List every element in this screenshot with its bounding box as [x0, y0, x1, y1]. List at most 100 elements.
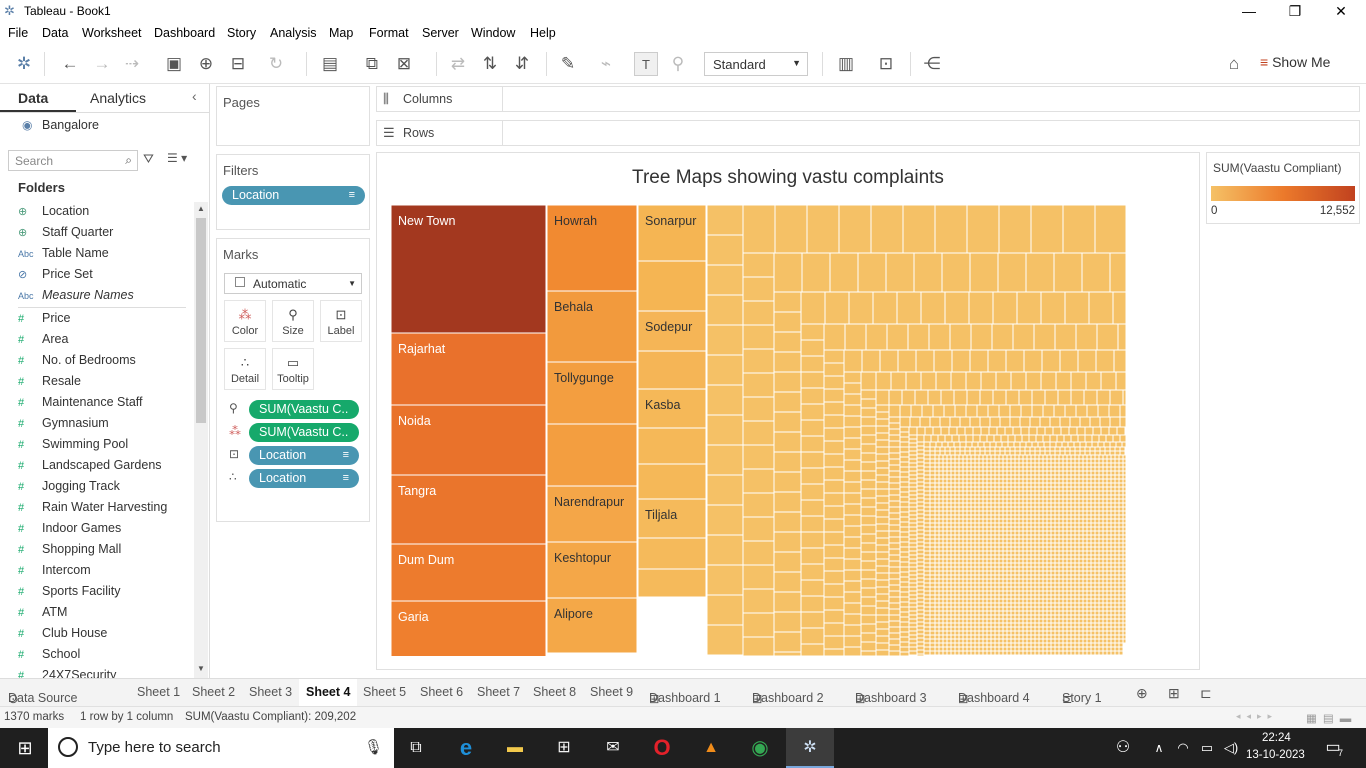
- treemap-small-tile[interactable]: [908, 602, 918, 608]
- treemap-small-tile[interactable]: [1038, 590, 1044, 596]
- treemap-small-tile[interactable]: [916, 629, 925, 635]
- treemap-small-tile[interactable]: [1030, 462, 1036, 468]
- treemap-small-tile[interactable]: [946, 574, 952, 580]
- treemap-small-tile[interactable]: [1102, 542, 1108, 548]
- treemap-small-tile[interactable]: [1044, 450, 1051, 456]
- treemap-small-tile[interactable]: [929, 578, 936, 584]
- treemap-small-tile[interactable]: [954, 478, 960, 484]
- treemap-small-tile[interactable]: [1046, 550, 1052, 556]
- treemap-small-tile[interactable]: [982, 506, 988, 512]
- treemap-small-tile[interactable]: [1086, 522, 1092, 528]
- treemap-small-tile[interactable]: [1090, 538, 1096, 544]
- color-button[interactable]: ⁂ Color: [224, 300, 266, 342]
- treemap-small-tile[interactable]: [1030, 606, 1036, 612]
- treemap-small-tile[interactable]: [970, 546, 976, 552]
- treemap-small-tile[interactable]: [1042, 574, 1048, 580]
- treemap-small-tile[interactable]: [1122, 506, 1126, 512]
- treemap-small-tile[interactable]: [986, 462, 992, 468]
- treemap-small-tile[interactable]: [1030, 594, 1036, 600]
- chrome-icon[interactable]: ◉: [747, 736, 773, 760]
- treemap-small-tile[interactable]: [970, 510, 976, 516]
- treemap-small-tile[interactable]: [1106, 586, 1112, 592]
- treemap-small-tile[interactable]: [875, 467, 890, 476]
- treemap-small-tile[interactable]: [1006, 610, 1012, 616]
- treemap-small-tile[interactable]: [1106, 522, 1112, 528]
- treemap-small-tile[interactable]: [1089, 446, 1096, 452]
- treemap-small-tile[interactable]: [908, 578, 918, 584]
- treemap-small-tile[interactable]: [923, 490, 931, 496]
- treemap-small-tile[interactable]: [994, 526, 1000, 532]
- treemap-small-tile[interactable]: [962, 614, 968, 620]
- treemap-small-tile[interactable]: [1074, 466, 1080, 472]
- treemap-small-tile[interactable]: [1118, 590, 1124, 596]
- treemap-small-tile[interactable]: [938, 582, 944, 588]
- treemap-small-tile[interactable]: [982, 458, 988, 464]
- treemap-small-tile[interactable]: [888, 560, 901, 568]
- treemap-small-tile[interactable]: [1086, 482, 1092, 488]
- treemap-small-tile[interactable]: [951, 349, 971, 373]
- mark-pill-label[interactable]: Location ≡: [249, 446, 359, 465]
- treemap-small-tile[interactable]: [1034, 638, 1040, 644]
- treemap-small-tile[interactable]: [929, 486, 936, 492]
- treemap-small-tile[interactable]: [1114, 566, 1120, 572]
- swap-icon[interactable]: ⇄: [446, 52, 470, 76]
- treemap-small-tile[interactable]: [1074, 570, 1080, 576]
- treemap-small-tile[interactable]: [1058, 582, 1064, 588]
- treemap-small-tile[interactable]: [1022, 514, 1028, 520]
- treemap-small-tile[interactable]: [929, 450, 936, 456]
- treemap-small-tile[interactable]: [1054, 498, 1060, 504]
- treemap-small-tile[interactable]: [1026, 510, 1032, 516]
- treemap-small-tile[interactable]: [1010, 470, 1016, 476]
- treemap-small-tile[interactable]: [1018, 558, 1024, 564]
- treemap-small-tile[interactable]: [989, 446, 996, 452]
- treemap-small-tile[interactable]: [1022, 650, 1028, 656]
- treemap-small-tile[interactable]: [923, 441, 931, 448]
- treemap-small-tile[interactable]: [1090, 530, 1096, 536]
- treemap-small-tile[interactable]: [986, 570, 992, 576]
- treemap-small-tile[interactable]: [1018, 542, 1024, 548]
- treemap-small-tile[interactable]: [1014, 654, 1020, 656]
- treemap-small-tile[interactable]: [1114, 570, 1120, 576]
- treemap-small-tile[interactable]: [1085, 441, 1093, 448]
- treemap-small-tile[interactable]: [1118, 578, 1124, 584]
- treemap-small-tile[interactable]: [1078, 582, 1084, 588]
- task-view-icon[interactable]: ⧉: [403, 736, 429, 760]
- treemap-small-tile[interactable]: [965, 434, 974, 443]
- treemap-small-tile[interactable]: [990, 638, 996, 644]
- treemap-small-tile[interactable]: [1074, 626, 1080, 632]
- treemap-small-tile[interactable]: [923, 458, 931, 464]
- treemap-small-tile[interactable]: [1022, 654, 1028, 656]
- treemap-small-tile[interactable]: [773, 531, 802, 553]
- treemap-small-tile[interactable]: [1114, 510, 1120, 516]
- treemap-small-tile[interactable]: [1110, 458, 1116, 464]
- duplicate-sheet-icon[interactable]: ⧉: [360, 52, 384, 76]
- treemap-small-tile[interactable]: [1050, 478, 1056, 484]
- treemap-small-tile[interactable]: [970, 654, 976, 656]
- treemap-small-tile[interactable]: [1102, 622, 1108, 628]
- treemap-small-tile[interactable]: [1022, 490, 1028, 496]
- treemap-small-tile[interactable]: [934, 462, 940, 468]
- treemap-small-tile[interactable]: [879, 349, 899, 373]
- treemap-small-tile[interactable]: [1090, 478, 1096, 484]
- treemap-small-tile[interactable]: [994, 614, 1000, 620]
- treemap-small-tile[interactable]: [1034, 498, 1040, 504]
- treemap-small-tile[interactable]: [1058, 570, 1064, 576]
- treemap-small-tile[interactable]: [860, 641, 877, 652]
- treemap-small-tile[interactable]: [943, 404, 956, 418]
- treemap-small-tile[interactable]: [938, 454, 944, 460]
- treemap-small-tile[interactable]: [908, 426, 918, 436]
- treemap-small-tile[interactable]: [1074, 490, 1080, 496]
- treemap-small-tile[interactable]: [1064, 446, 1071, 452]
- treemap-small-tile[interactable]: [982, 626, 988, 632]
- treemap-small-tile[interactable]: [1034, 570, 1040, 576]
- treemap-small-tile[interactable]: [1022, 470, 1028, 476]
- treemap-small-tile[interactable]: [1030, 506, 1036, 512]
- treemap-small-tile[interactable]: [942, 594, 948, 600]
- treemap-small-tile[interactable]: [1070, 562, 1076, 568]
- treemap-small-tile[interactable]: [982, 542, 988, 548]
- treemap-small-tile[interactable]: [938, 634, 944, 640]
- treemap-small-tile[interactable]: [908, 606, 918, 612]
- treemap-small-tile[interactable]: [800, 595, 825, 613]
- treemap-small-tile[interactable]: [1016, 291, 1042, 325]
- treemap-small-tile[interactable]: [994, 582, 1000, 588]
